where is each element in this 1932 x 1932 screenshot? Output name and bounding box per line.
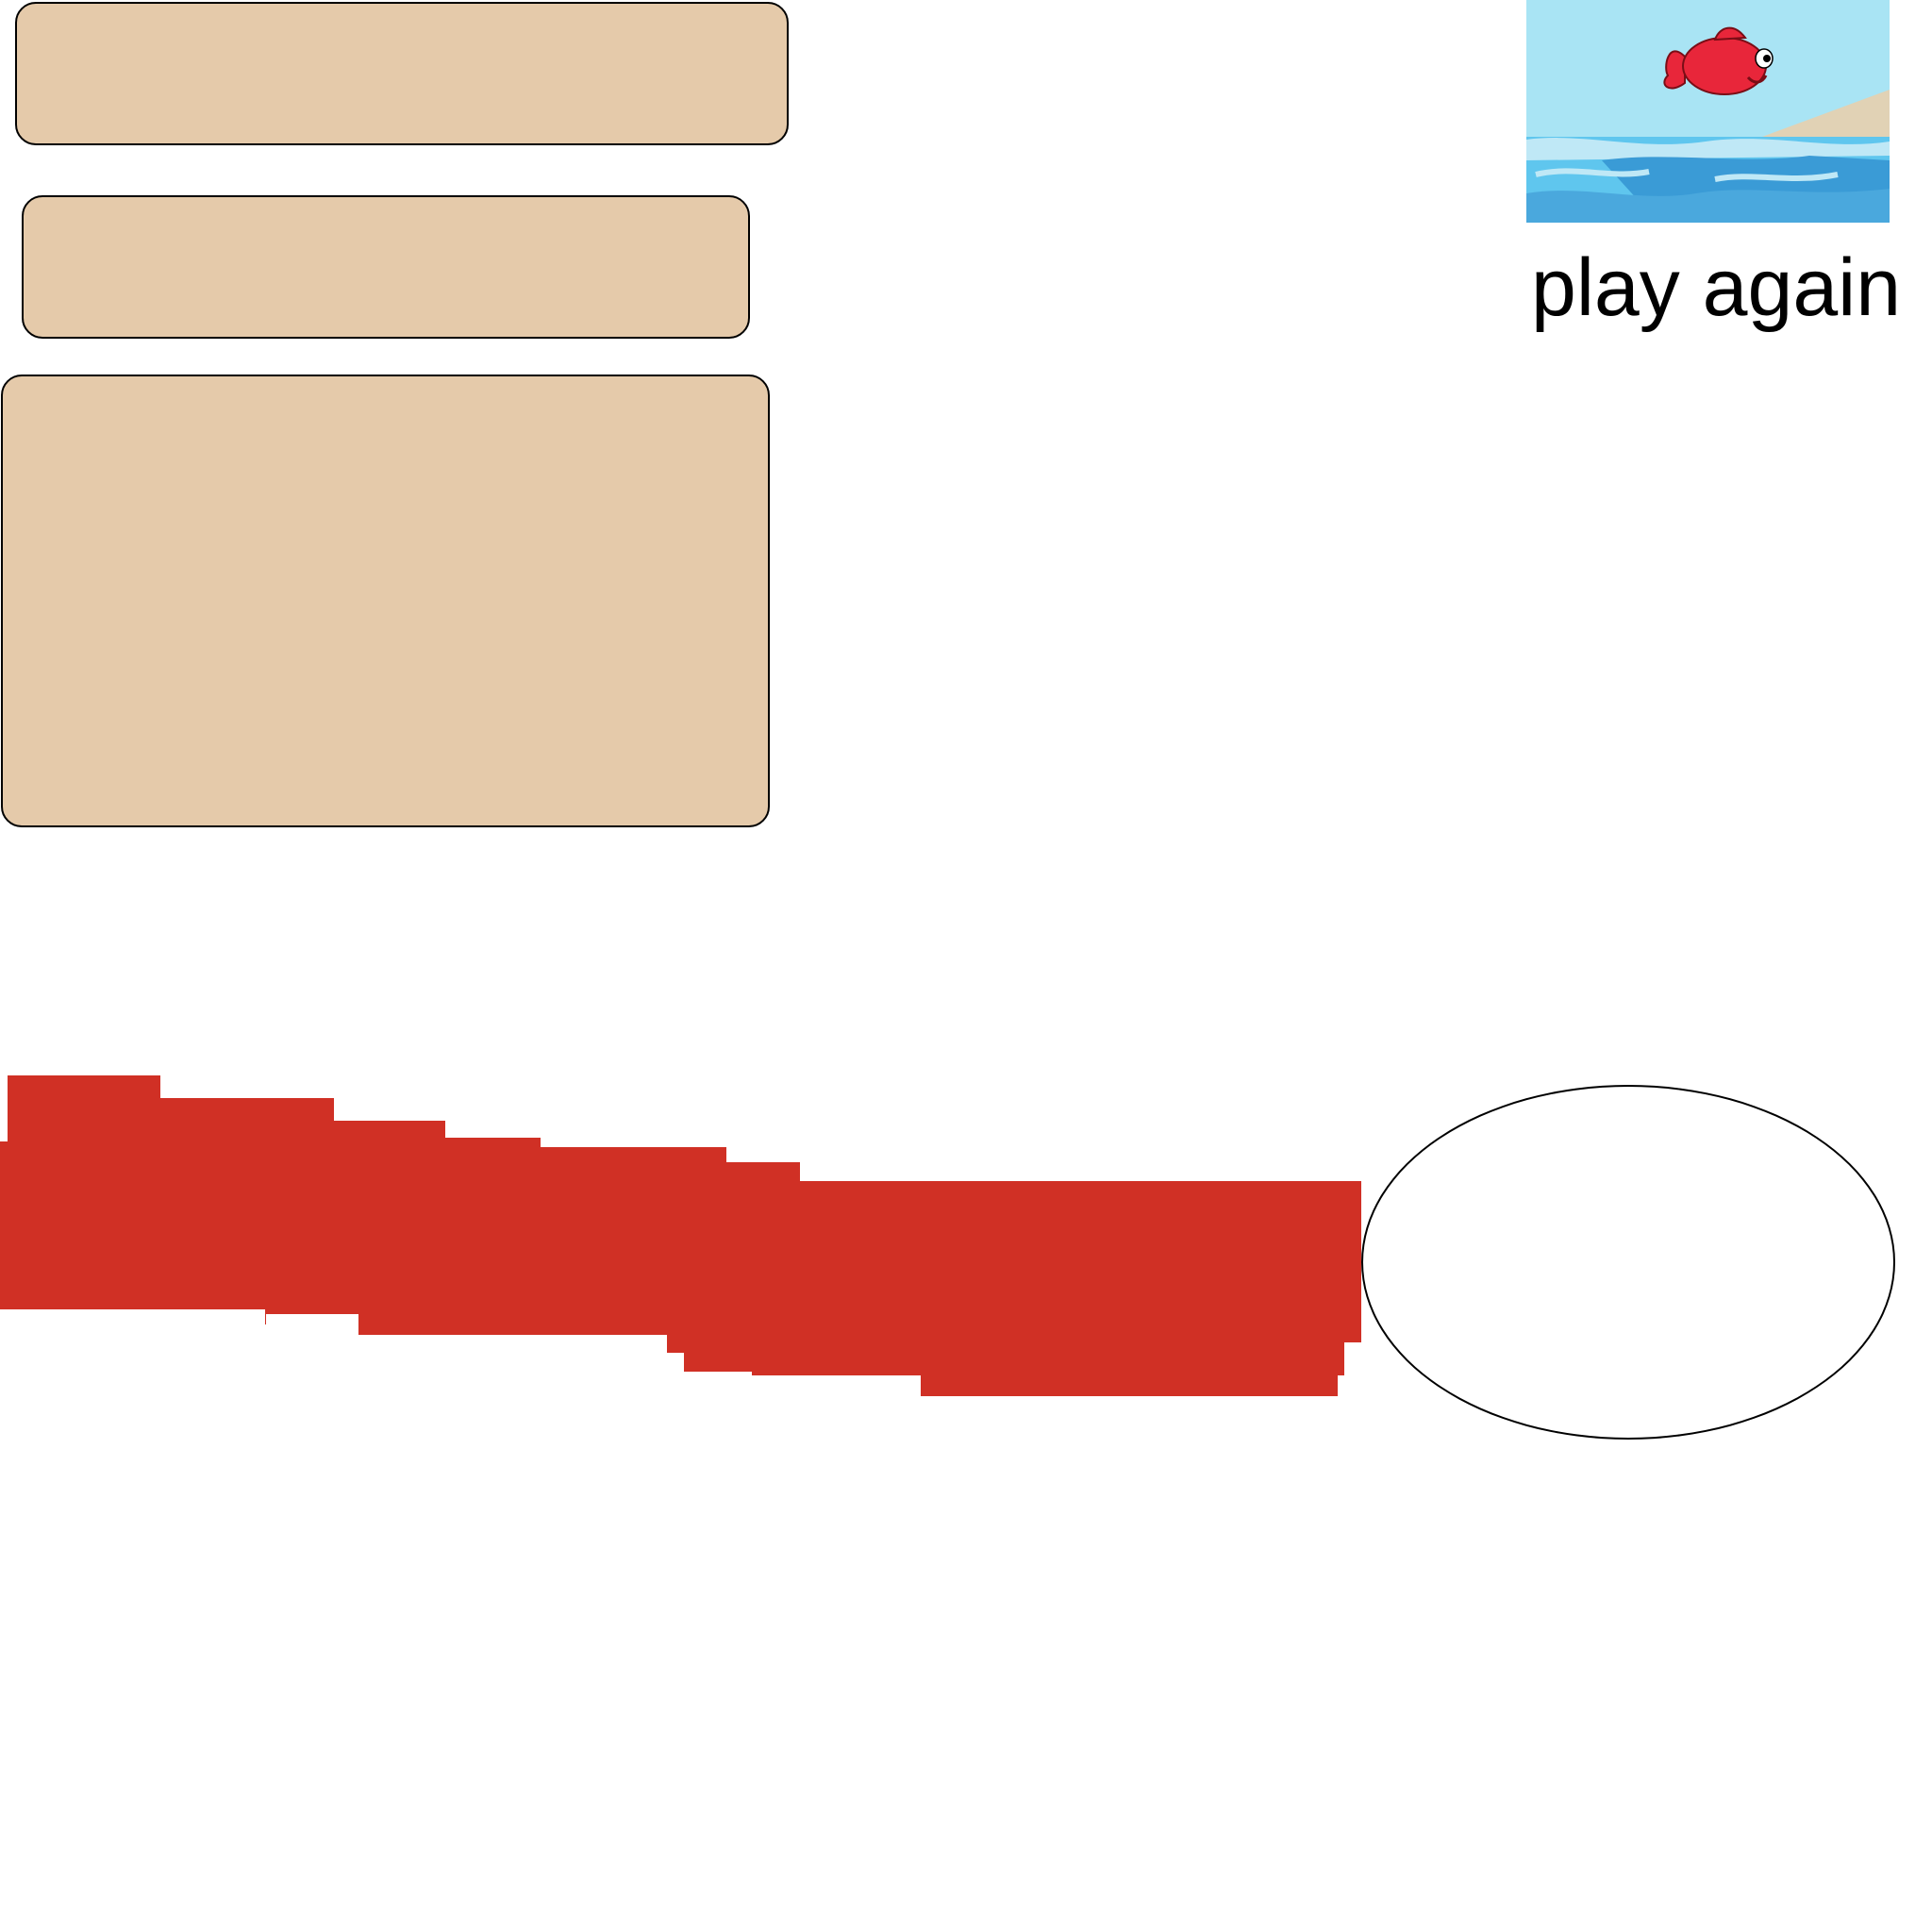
red-progress-bar [0, 1075, 1361, 1396]
middle-panel [22, 195, 750, 339]
top-panel [15, 2, 789, 145]
play-again-label: play again [1531, 242, 1902, 333]
goldfish-ocean-icon [1526, 0, 1890, 223]
play-again-button[interactable]: play again [1526, 0, 1923, 340]
answer-oval [1361, 1085, 1895, 1440]
large-panel [1, 375, 770, 827]
